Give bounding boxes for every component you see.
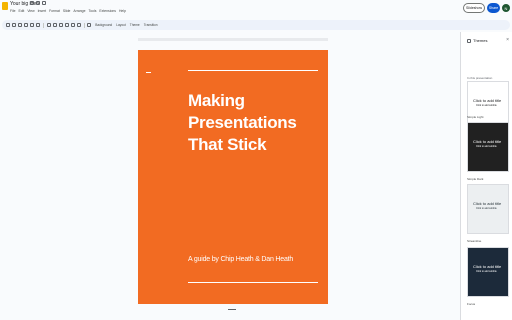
menu-edit[interactable]: Edit [18,9,24,13]
star-icon[interactable] [30,1,34,5]
theme-thumbnail-streamline[interactable]: Click to add title Click to add subtitle [467,184,509,234]
background-button[interactable]: Background [95,23,112,27]
print-icon[interactable] [30,23,34,27]
layout-button[interactable]: Layout [116,23,126,27]
menu-file[interactable]: File [10,9,15,13]
menu-slide[interactable]: Slide [63,9,71,13]
menu-bar: File Edit View Insert Format Slide Arran… [10,9,126,13]
theme-sample-title: Click to add title [473,139,502,144]
theme-name: Simple Light [467,115,484,119]
menu-arrange[interactable]: Arrange [73,9,85,13]
themes-icon [467,38,471,43]
select-icon[interactable] [52,23,57,27]
themes-header: Themes [467,38,487,43]
toolbar-divider [43,22,44,28]
slide-title[interactable]: Making Presentations That Stick [188,90,323,156]
menu-tools[interactable]: Tools [88,9,96,13]
theme-thumbnail-focus[interactable]: Click to add title Click to add subtitle [467,247,509,297]
undo-icon[interactable] [18,23,22,27]
new-slide-icon[interactable] [12,23,16,27]
menu-help[interactable]: Help [119,9,126,13]
theme-thumbnail-simple-dark[interactable]: Click to add title Click to add subtitle [467,122,509,172]
transition-button[interactable]: Transition [144,23,158,27]
theme-sample-subtitle: Click to add subtitle [476,104,497,107]
avatar[interactable]: N [502,4,510,12]
slide-bottom-rule [188,282,318,284]
share-button[interactable]: Share [487,3,500,13]
menu-insert[interactable]: Insert [38,9,46,13]
theme-sample-title: Click to add title [473,98,502,103]
menu-view[interactable]: View [27,9,34,13]
paint-format-icon[interactable] [36,23,40,27]
slides-app: Your big idea File Edit View Insert Form… [0,0,512,320]
slide-subtitle[interactable]: A guide by Chip Heath & Dan Heath [188,255,323,264]
title-icons [30,1,46,5]
theme-sample-title: Click to add title [473,264,502,269]
line-icon[interactable] [76,23,81,27]
themes-section-label: In this presentation [467,76,493,80]
shape-icon[interactable] [70,23,75,27]
theme-sample-subtitle: Click to add subtitle [476,145,497,148]
menu-extensions[interactable]: Extensions [99,9,116,13]
theme-name: Simple Dark [467,177,484,181]
theme-sample-subtitle: Click to add subtitle [476,207,497,210]
slideshow-button[interactable]: Slideshow [463,3,485,13]
move-folder-icon[interactable] [36,1,40,5]
theme-sample-title: Click to add title [473,201,502,206]
cloud-status-icon[interactable] [42,1,46,5]
redo-icon[interactable] [24,23,28,27]
text-box-icon[interactable] [58,23,63,27]
toolbar-divider [83,22,85,28]
slide-accent-dash [146,72,151,74]
image-icon[interactable] [64,23,69,27]
ruler [138,38,328,41]
slide-top-rule [188,70,318,72]
theme-button[interactable]: Theme [130,23,140,27]
theme-name: Streamline [467,239,482,243]
close-icon[interactable]: × [506,37,509,43]
title-bar: Your big idea File Edit View Insert Form… [0,0,512,19]
toolbar: Background Layout Theme Transition [2,20,510,30]
menu-format[interactable]: Format [49,9,60,13]
themes-heading: Themes [473,38,488,43]
theme-sample-subtitle: Click to add subtitle [476,270,497,273]
theme-name: Focus [467,302,476,306]
search-menus-icon[interactable] [6,23,10,27]
themes-panel: Themes × In this presentation Click to a… [460,32,512,320]
slides-logo-icon[interactable] [2,2,8,10]
speaker-notes-handle[interactable] [228,309,236,311]
slide[interactable]: Making Presentations That Stick A guide … [138,50,328,304]
comment-icon[interactable] [87,23,92,27]
zoom-icon[interactable] [46,23,51,27]
